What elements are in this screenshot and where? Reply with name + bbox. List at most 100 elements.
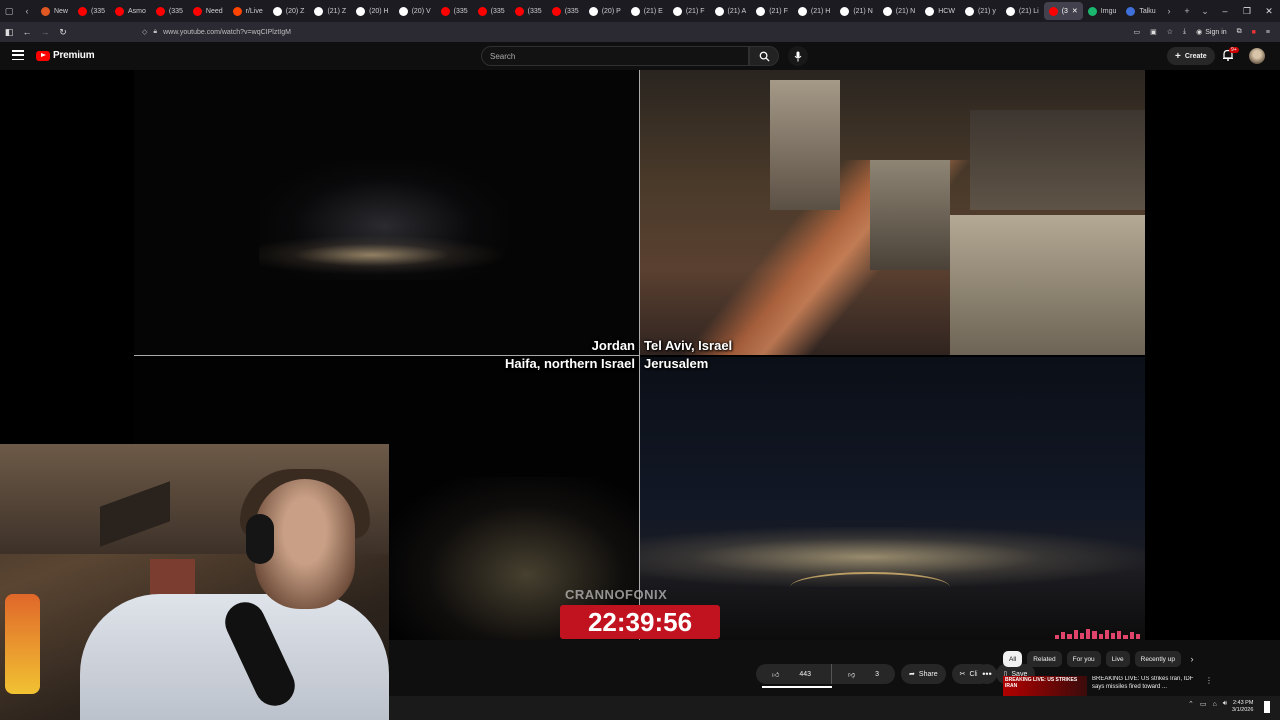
browser-tab[interactable]: (20) H [351,2,393,20]
taskbar-clock[interactable]: 2:43 PM 3/1/2026 [1232,700,1253,714]
minimize-icon[interactable]: – [1214,6,1236,17]
network-icon[interactable]: ⌂ [1213,701,1217,708]
video-thumbnail[interactable]: BREAKING LIVE: US STRIKES IRAN [1003,676,1087,696]
chevron-up-icon[interactable]: ⌃ [1188,700,1194,708]
browser-tab[interactable]: (335 [473,2,510,20]
like-count: 443 [799,670,812,678]
app-menu-icon[interactable]: ≡ [1266,29,1270,36]
close-window-icon[interactable]: ✕ [1258,6,1280,17]
scissors-icon: ✂ [959,671,966,678]
shield-icon[interactable]: ◇ [142,28,147,36]
browser-tab[interactable]: HCW [920,2,960,20]
browser-tab[interactable]: (21) F [751,2,793,20]
browser-tab[interactable]: (20) V [394,2,436,20]
chip-all[interactable]: All [1003,651,1023,667]
tab-label: New [53,7,68,15]
browser-tab[interactable]: (21) A [710,2,752,20]
like-button[interactable]: 👍︎ 443 [756,664,827,684]
close-tab-icon[interactable]: ✕ [1072,7,1078,15]
display-icon[interactable]: ▭ [1200,700,1207,708]
reload-icon[interactable]: ↻ [54,27,72,38]
sidebar-icon[interactable]: ◧ [0,27,18,38]
addon-icon[interactable]: ■ [1252,29,1256,36]
tab-list-icon[interactable]: ⌄ [1196,0,1214,22]
bookmark-star-icon[interactable]: ☆ [1167,28,1173,36]
browser-tab-bar: ▢ ‹ New (335 Asmo (335 Need r/Live (20) Z (21) … [0,0,1280,22]
tab-scroll-left-icon[interactable]: ‹ [18,0,36,22]
chip-live[interactable]: Live [1105,651,1130,667]
browser-tab[interactable]: Imgu [1083,2,1122,20]
extensions-icon[interactable]: ⧉ [1237,28,1242,36]
browser-tab[interactable]: New [36,2,73,20]
browser-tab[interactable]: (335 [151,2,188,20]
browser-tab[interactable]: (21) H [793,2,835,20]
share-icon: ➦ [909,671,915,678]
video-clock: 22:39:56 [560,605,720,639]
sidebar-toggle-icon[interactable]: ▢ [0,0,18,22]
audio-visualizer [1055,625,1141,639]
logo-text: Premium [53,50,95,61]
video-title[interactable]: BREAKING LIVE: US strikes Iran, IDF says… [1092,676,1200,696]
volume-icon[interactable]: 🔊︎ [1223,700,1227,708]
browser-tab[interactable]: r/Live [228,2,268,20]
browser-tab[interactable]: (21) F [668,2,710,20]
pip-icon[interactable]: ▣ [1150,28,1157,36]
chevron-right-icon[interactable]: › [1186,653,1198,665]
plus-icon: + [1175,50,1181,62]
chip-recently-uploaded[interactable]: Recently up [1134,651,1181,667]
search-input[interactable]: Search [481,46,749,66]
browser-tab[interactable]: Need [188,2,228,20]
back-icon[interactable]: ← [18,27,36,37]
share-button[interactable]: ➦ Share [901,664,946,684]
browser-tab[interactable]: (335 [547,2,584,20]
tab-favicon-icon [672,6,682,16]
new-tab-button[interactable]: + [1178,0,1196,22]
ellipsis-icon: ••• [982,669,992,679]
forward-icon[interactable]: → [36,27,54,37]
tab-label: HCW [938,7,955,15]
guide-menu-icon[interactable] [12,50,24,60]
create-button[interactable]: + Create [1167,47,1215,65]
dislike-button[interactable]: 👎︎ 3 [831,664,895,684]
sign-in-button[interactable]: ◉ Sign in [1196,28,1227,37]
recommended-video[interactable]: BREAKING LIVE: US STRIKES IRAN BREAKING … [1003,676,1213,696]
tab-favicon-icon [1048,6,1058,16]
browser-tab[interactable]: (21) N [835,2,877,20]
browser-tab[interactable]: (21) y [960,2,1001,20]
browser-tab[interactable]: (335 [73,2,110,20]
tab-label: (21) F [685,7,705,15]
browser-tab[interactable]: (20) P [584,2,626,20]
os-taskbar [389,696,1280,720]
tab-favicon-icon [77,6,87,16]
tab-favicon-icon [514,6,524,16]
lock-icon[interactable]: 🔒︎ [153,28,157,36]
browser-tab[interactable]: (21) E [626,2,668,20]
tab-favicon-icon [756,6,766,16]
voice-search-button[interactable] [788,46,808,66]
notification-center-icon[interactable] [1264,701,1270,713]
browser-tab[interactable]: (21) N [878,2,920,20]
channel-watermark: CRANNOFONIX [565,587,668,602]
chip-related[interactable]: Related [1027,651,1062,667]
browser-tab[interactable]: (335 [436,2,473,20]
kebab-menu-icon[interactable]: ⋮ [1205,676,1213,696]
browser-tab[interactable]: (3 ✕ [1043,2,1083,20]
tab-favicon-icon [314,6,324,16]
browser-tab[interactable]: (335 [510,2,547,20]
avatar[interactable] [1249,48,1265,64]
browser-tab[interactable]: (21) Li [1001,2,1044,20]
restore-icon[interactable]: ❐ [1236,6,1258,17]
youtube-logo[interactable]: Premium [36,50,95,61]
browser-tab[interactable]: (21) Z [309,2,351,20]
tab-scroll-right-icon[interactable]: › [1160,0,1178,22]
browser-tab[interactable]: (20) Z [268,2,310,20]
more-actions-button[interactable]: ••• [977,664,997,684]
browser-tab[interactable]: Asmo [110,2,151,20]
address-bar[interactable]: ◇ 🔒︎ www.youtube.com/watch?v=wqCIPlztIgM [142,28,291,36]
url-text[interactable]: www.youtube.com/watch?v=wqCIPlztIgM [163,29,291,36]
browser-tab[interactable]: Talku [1121,2,1160,20]
download-icon[interactable]: ⤓ [1183,28,1186,36]
chip-for-you[interactable]: For you [1066,651,1101,667]
search-button[interactable] [749,46,779,66]
reader-icon[interactable]: ▭ [1134,28,1141,36]
